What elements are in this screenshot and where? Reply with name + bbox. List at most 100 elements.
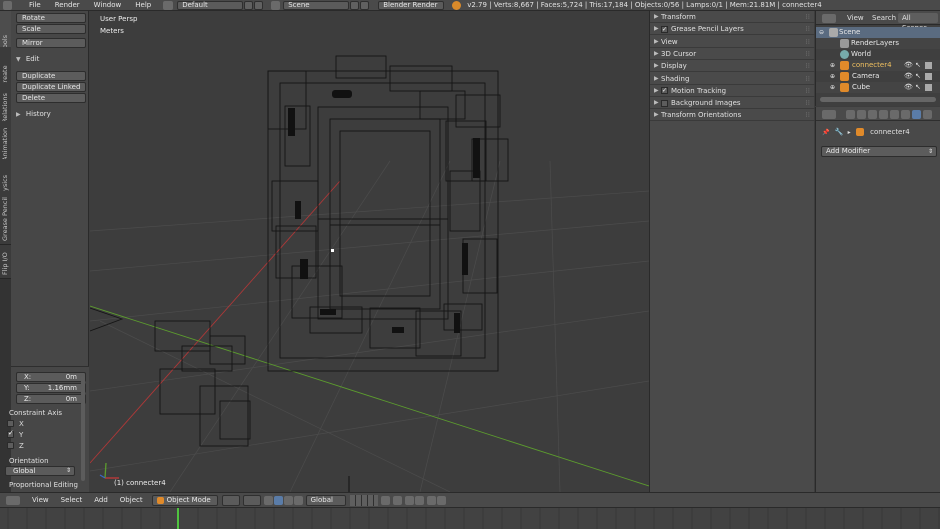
menu-help[interactable]: Help <box>128 1 158 9</box>
screen-layout-field[interactable]: Default <box>177 0 244 10</box>
modifiers-tab-icon[interactable] <box>912 110 921 119</box>
outliner-item-connecter4[interactable]: ⊕ connecter4 👁 ↖ <box>816 60 940 71</box>
panel-enable-checkbox[interactable] <box>661 99 668 107</box>
translate-y-field[interactable]: Y: 1.16mm <box>16 383 86 393</box>
add-modifier-select[interactable]: Add Modifier ⇕ <box>821 146 937 157</box>
add-scene-button[interactable] <box>350 0 360 10</box>
panel-drag-grip-icon[interactable]: ⁞⁞ <box>806 85 810 97</box>
render-camera-icon[interactable] <box>925 84 932 91</box>
scene-tab-icon[interactable] <box>868 110 877 119</box>
layer-buttons[interactable] <box>349 494 378 506</box>
object-tab-icon[interactable] <box>890 110 899 119</box>
pin-icon[interactable]: 📌 <box>822 129 829 136</box>
outliner-item-camera[interactable]: ⊕ Camera 👁 ↖ <box>816 71 940 82</box>
duplicate-button[interactable]: Duplicate <box>16 71 86 81</box>
menu-add[interactable]: Add <box>88 496 114 504</box>
outliner-item-cube[interactable]: ⊕ Cube 👁 ↖ <box>816 82 940 93</box>
remove-scene-button[interactable] <box>360 0 370 10</box>
panel-display[interactable]: ▶ Display ⁞⁞ <box>650 60 815 73</box>
interaction-mode-select[interactable]: Object Mode <box>151 494 218 506</box>
select-arrow-icon[interactable]: ↖ <box>915 71 921 82</box>
world-tab-icon[interactable] <box>879 110 888 119</box>
panel-drag-grip-icon[interactable]: ⁞⁞ <box>806 23 810 35</box>
all-scenes-select[interactable]: All Scenes <box>898 13 938 32</box>
outliner-item-scene[interactable]: ⊖ Scene <box>816 27 940 38</box>
proportional-editing-icon[interactable] <box>392 495 402 505</box>
menu-select[interactable]: Select <box>55 496 89 504</box>
operator-scrollbar[interactable] <box>81 376 85 481</box>
manipulator-toggle-icon[interactable] <box>263 495 273 505</box>
pivot-point-select[interactable] <box>242 494 261 506</box>
menu-view[interactable]: View <box>26 496 55 504</box>
render-camera-icon[interactable] <box>925 73 932 80</box>
menu-render[interactable]: Render <box>48 1 87 9</box>
properties-editor-icon[interactable] <box>822 110 836 119</box>
outliner-editor-icon[interactable] <box>822 14 836 23</box>
outliner-item-renderlayers[interactable]: RenderLayers <box>816 38 940 49</box>
panel-enable-checkbox[interactable]: ✓ <box>661 25 668 33</box>
outliner-scrollbar[interactable] <box>820 97 936 102</box>
viewport-shading-select[interactable] <box>221 494 240 506</box>
panel-drag-grip-icon[interactable]: ⁞⁞ <box>806 60 810 72</box>
render-tab-icon[interactable] <box>846 110 855 119</box>
translate-z-field[interactable]: Z: 0m <box>16 394 86 404</box>
panel-drag-grip-icon[interactable]: ⁞⁞ <box>806 48 810 60</box>
axis-y-checkbox[interactable]: ✓ <box>7 429 14 438</box>
panel-drag-grip-icon[interactable]: ⁞⁞ <box>806 36 810 48</box>
duplicate-linked-button[interactable]: Duplicate Linked <box>16 82 86 92</box>
outliner-item-world[interactable]: World <box>816 49 940 60</box>
visibility-eye-icon[interactable]: 👁 <box>904 82 913 93</box>
panel-transform-orientations[interactable]: ▶ Transform Orientations ⁞⁞ <box>650 109 815 122</box>
add-layout-button[interactable] <box>244 0 254 10</box>
axis-x-checkbox[interactable] <box>7 420 14 427</box>
transform-orientation-select[interactable]: Global <box>305 494 346 506</box>
constraints-tab-icon[interactable] <box>901 110 910 119</box>
opengl-render-icon[interactable] <box>436 495 446 505</box>
wireframe-small-parts[interactable] <box>154 320 251 447</box>
mirror-button[interactable]: Mirror <box>16 38 86 48</box>
viewport-scene[interactable] <box>90 11 649 492</box>
editor-type-icon[interactable] <box>6 495 20 505</box>
panel-drag-grip-icon[interactable]: ⁞⁞ <box>806 97 810 109</box>
history-panel-header[interactable]: ▶ History <box>16 110 51 118</box>
panel-enable-checkbox[interactable]: ✓ <box>661 87 668 95</box>
timeline[interactable] <box>0 507 940 529</box>
rotate-button[interactable]: Rotate <box>16 13 86 23</box>
visibility-eye-icon[interactable]: 👁 <box>904 60 913 71</box>
outliner-search-menu[interactable]: Search <box>872 13 896 23</box>
snap-toggle-icon[interactable] <box>404 495 414 505</box>
data-tab-icon[interactable] <box>923 110 932 119</box>
snap-element-icon[interactable] <box>414 495 424 505</box>
axis-z-checkbox[interactable] <box>7 442 14 449</box>
edit-panel-header[interactable]: ▼ Edit <box>16 55 39 63</box>
menu-file[interactable]: File <box>22 1 48 9</box>
panel-drag-grip-icon[interactable]: ⁞⁞ <box>806 73 810 85</box>
layout-grid-icon[interactable] <box>163 0 174 10</box>
render-camera-icon[interactable] <box>925 62 932 69</box>
wireframe-object-connecter4[interactable] <box>267 55 509 372</box>
translate-manipulator-icon[interactable] <box>273 495 283 505</box>
panel-shading[interactable]: ▶ Shading ⁞⁞ <box>650 73 815 85</box>
menu-object[interactable]: Object <box>114 496 149 504</box>
layer-lock-icon[interactable] <box>380 495 390 505</box>
panel-drag-grip-icon[interactable]: ⁞⁞ <box>806 109 810 121</box>
rotate-manipulator-icon[interactable] <box>283 495 293 505</box>
menu-window[interactable]: Window <box>87 1 129 9</box>
3d-viewport[interactable]: User Persp Meters (1) connecter4 <box>90 11 649 492</box>
scale-manipulator-icon[interactable] <box>293 495 303 505</box>
panel-motion-tracking[interactable]: ▶ ✓ Motion Tracking ⁞⁞ <box>650 85 815 97</box>
render-layers-tab-icon[interactable] <box>857 110 866 119</box>
select-arrow-icon[interactable]: ↖ <box>915 82 921 93</box>
orientation-select[interactable]: Global ⇕ <box>5 466 75 476</box>
select-arrow-icon[interactable]: ↖ <box>915 60 921 71</box>
outliner-view-menu[interactable]: View <box>847 13 864 23</box>
panel-grease-pencil-layers[interactable]: ▶ ✓ Grease Pencil Layers ⁞⁞ <box>650 23 815 36</box>
panel-transform[interactable]: ▶ Transform ⁞⁞ <box>650 11 815 23</box>
delete-button[interactable]: Delete <box>16 93 86 103</box>
panel-background-images[interactable]: ▶ Background Images ⁞⁞ <box>650 97 815 110</box>
panel-3d-cursor[interactable]: ▶ 3D Cursor ⁞⁞ <box>650 48 815 60</box>
render-preview-icon[interactable] <box>426 495 436 505</box>
render-engine-select[interactable]: Blender Render <box>378 0 445 10</box>
panel-view[interactable]: ▶ View ⁞⁞ <box>650 36 815 48</box>
tab-flip-io[interactable]: Flip I/O <box>0 245 11 279</box>
